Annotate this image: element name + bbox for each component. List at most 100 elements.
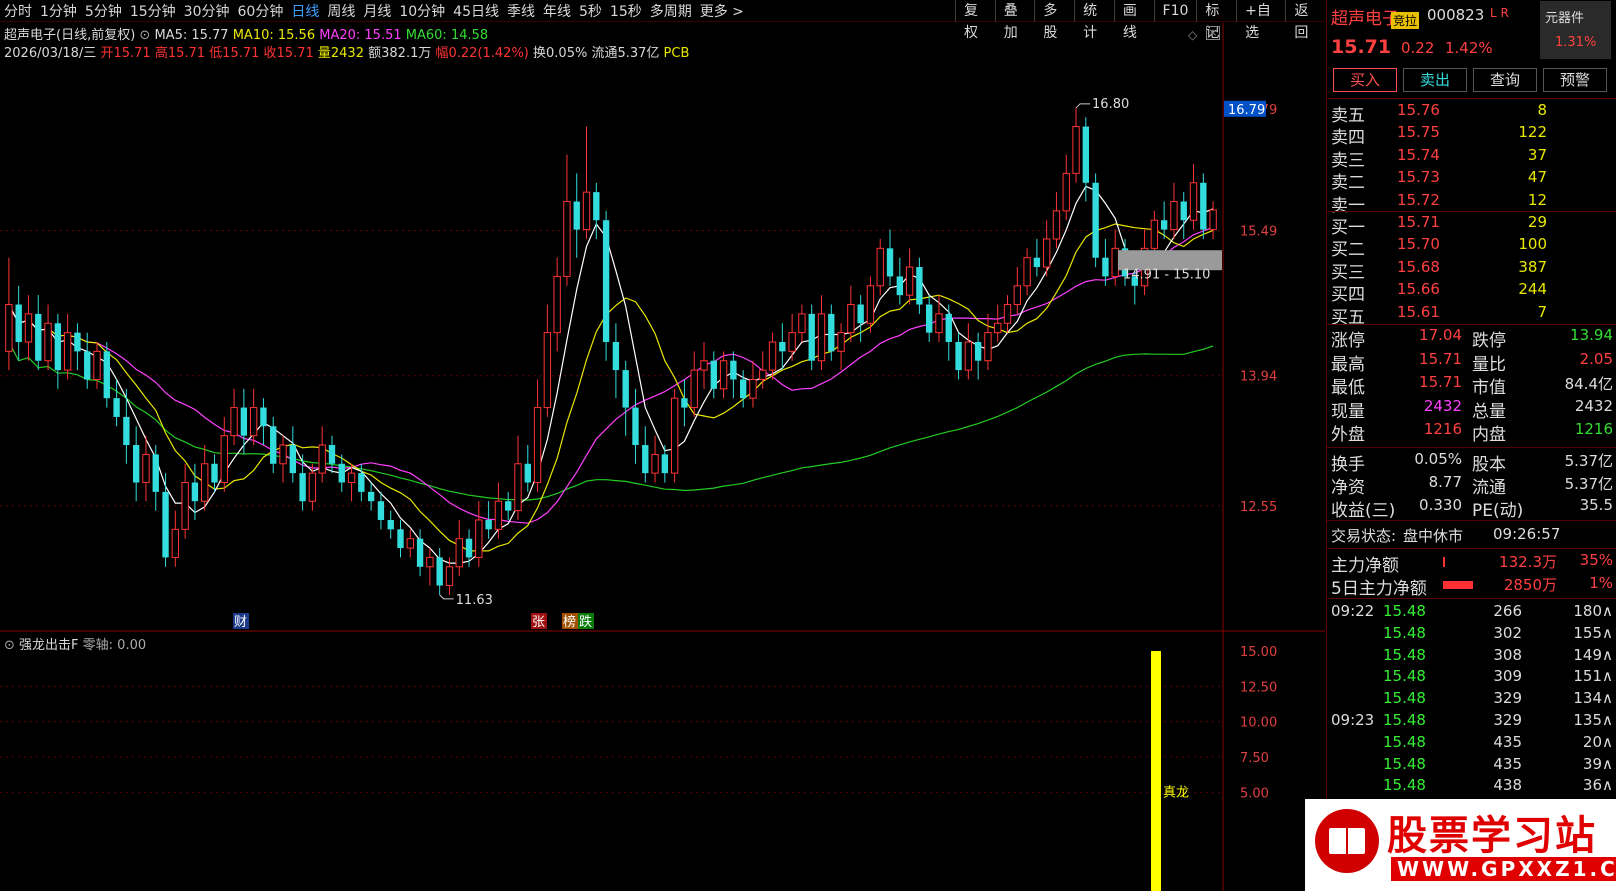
bids-volume: 244: [1518, 280, 1547, 299]
sell-button[interactable]: 卖出: [1403, 68, 1467, 92]
menu-button[interactable]: +自选: [1236, 0, 1285, 41]
candle-body: [857, 304, 864, 324]
buy-button[interactable]: 买入: [1333, 68, 1397, 92]
asks-row[interactable]: 卖二 15.73 47: [1327, 168, 1616, 194]
tab-period[interactable]: 月线: [359, 1, 395, 21]
diamond-icon[interactable]: ◇: [1188, 28, 1197, 42]
tab-period[interactable]: 分时: [0, 1, 36, 21]
menu-button[interactable]: 复权: [955, 0, 995, 41]
tag-limit-up: 张: [532, 615, 545, 630]
indicator-title[interactable]: 强龙出击F: [19, 638, 78, 653]
candle-body: [24, 313, 33, 343]
candle-body: [270, 426, 277, 464]
tick-time: 09:22: [1331, 602, 1375, 620]
tick-volume: 435: [1493, 732, 1522, 751]
bar-close: 收15.71: [263, 46, 314, 61]
menu-button[interactable]: 返回: [1285, 0, 1325, 41]
tab-period[interactable]: 日线: [287, 1, 323, 21]
bar-low: 低15.71: [209, 46, 260, 61]
alert-button[interactable]: 预警: [1543, 68, 1607, 92]
flow-pct: 1%: [1589, 574, 1613, 592]
asks-label: 卖二: [1331, 173, 1365, 194]
bar-volume: 量2432: [317, 46, 364, 61]
bids-row[interactable]: 买三 15.68 387: [1327, 258, 1616, 283]
stat-value: 84.4亿: [1564, 375, 1613, 393]
tab-period[interactable]: 5秒: [575, 1, 606, 21]
candle-body: [935, 313, 943, 334]
indicator-tick-label: 7.50: [1240, 751, 1269, 766]
tick-price: 15.48: [1383, 776, 1426, 795]
asks-row[interactable]: 卖五 15.76 8: [1327, 101, 1616, 126]
candle-body: [543, 332, 552, 409]
menu-button[interactable]: 画线: [1113, 0, 1154, 41]
menu-button[interactable]: 标记: [1196, 0, 1236, 41]
bids-row[interactable]: 买二 15.70 100: [1327, 235, 1616, 260]
asks-price: 15.75: [1397, 123, 1440, 142]
tab-period[interactable]: 1分钟: [36, 1, 81, 21]
tab-period[interactable]: 年线: [539, 1, 575, 21]
close-icon[interactable]: ×: [1206, 26, 1220, 40]
candle-body: [651, 453, 659, 474]
flow-bar: [1443, 581, 1473, 589]
tab-period[interactable]: 15分钟: [126, 1, 180, 21]
candle-body: [397, 529, 404, 549]
kline-chart[interactable]: 16.7915.4913.9412.5516.7916.8011.6314.91…: [0, 23, 1325, 891]
candle-body: [984, 332, 992, 362]
tick-count: 39∧: [1582, 754, 1613, 773]
indicator-collapse-icon[interactable]: ⊙: [4, 638, 15, 653]
ma5-label: MA5: 15.77: [154, 28, 229, 43]
candle-body: [563, 201, 571, 277]
sector-name: 元器件: [1545, 11, 1585, 26]
stat-label: 总量: [1472, 401, 1506, 422]
flow-label: 主力净额: [1331, 556, 1399, 576]
candle-body: [211, 463, 218, 483]
high-label: 16.80: [1092, 97, 1129, 112]
stat-label: 市值: [1472, 378, 1506, 398]
price-tick-label: 13.94: [1240, 370, 1277, 385]
tab-period[interactable]: 多周期: [646, 1, 696, 21]
candle-body: [1200, 182, 1207, 230]
tick-volume: 438: [1493, 776, 1522, 795]
menu-button[interactable]: 统计: [1074, 0, 1114, 41]
tab-period[interactable]: 5分钟: [81, 1, 126, 21]
tab-period[interactable]: 季线: [503, 1, 539, 21]
candle-body: [15, 304, 22, 342]
candle-body: [670, 397, 679, 474]
tab-period[interactable]: 10分钟: [395, 1, 449, 21]
stat-value: 15.71: [1419, 373, 1462, 391]
tab-period[interactable]: 30分钟: [180, 1, 234, 21]
tab-period[interactable]: 更多 >: [696, 1, 748, 21]
quote-panel: 超声电子 竞拉 000823 L R 元器件 1.31% 15.71 0.22 …: [1326, 0, 1616, 891]
tick-row: 15.48 302 155∧: [1327, 624, 1616, 646]
menu-button[interactable]: F10: [1153, 0, 1197, 22]
asks-row[interactable]: 卖一 15.72 12: [1327, 191, 1616, 216]
asks-row[interactable]: 卖四 15.75 122: [1327, 123, 1616, 148]
flow-bar: [1443, 557, 1445, 567]
tab-period[interactable]: 45日线: [449, 1, 503, 21]
concept-tag[interactable]: PCB: [664, 46, 690, 61]
tab-period[interactable]: 15秒: [606, 1, 646, 21]
tick-row: 09:22 15.48 266 180∧: [1327, 602, 1616, 624]
candle-body: [308, 472, 317, 502]
sector-widget[interactable]: 元器件 1.31%: [1540, 1, 1611, 59]
chart-canvas[interactable]: 16.7915.4913.9412.5516.7916.8011.6314.91…: [0, 23, 1325, 891]
candle-body: [347, 472, 356, 483]
menu-button[interactable]: 多股: [1034, 0, 1074, 41]
collapse-icon[interactable]: ⊙: [139, 28, 150, 43]
stat-row: 换手 0.05% 股本 5.37亿: [1327, 450, 1616, 475]
tick-count: 135∧: [1573, 711, 1613, 729]
candle-body: [1189, 182, 1198, 221]
bids-row[interactable]: 买一 15.71 29: [1327, 213, 1616, 238]
tab-period[interactable]: 周线: [323, 1, 359, 21]
tab-period[interactable]: 60分钟: [234, 1, 288, 21]
candle-body: [103, 351, 110, 399]
asks-row[interactable]: 卖三 15.74 37: [1327, 146, 1616, 171]
bids-row[interactable]: 买四 15.66 244: [1327, 280, 1616, 305]
query-button[interactable]: 查询: [1473, 68, 1537, 92]
ma10-line: [8, 223, 1214, 552]
tick-volume: 435: [1493, 754, 1522, 773]
menu-button[interactable]: 叠加: [994, 0, 1035, 41]
tick-volume: 308: [1493, 645, 1522, 664]
chart-title: 超声电子(日线,前复权): [4, 28, 136, 43]
bids-row[interactable]: 买五 15.61 7: [1327, 303, 1616, 328]
